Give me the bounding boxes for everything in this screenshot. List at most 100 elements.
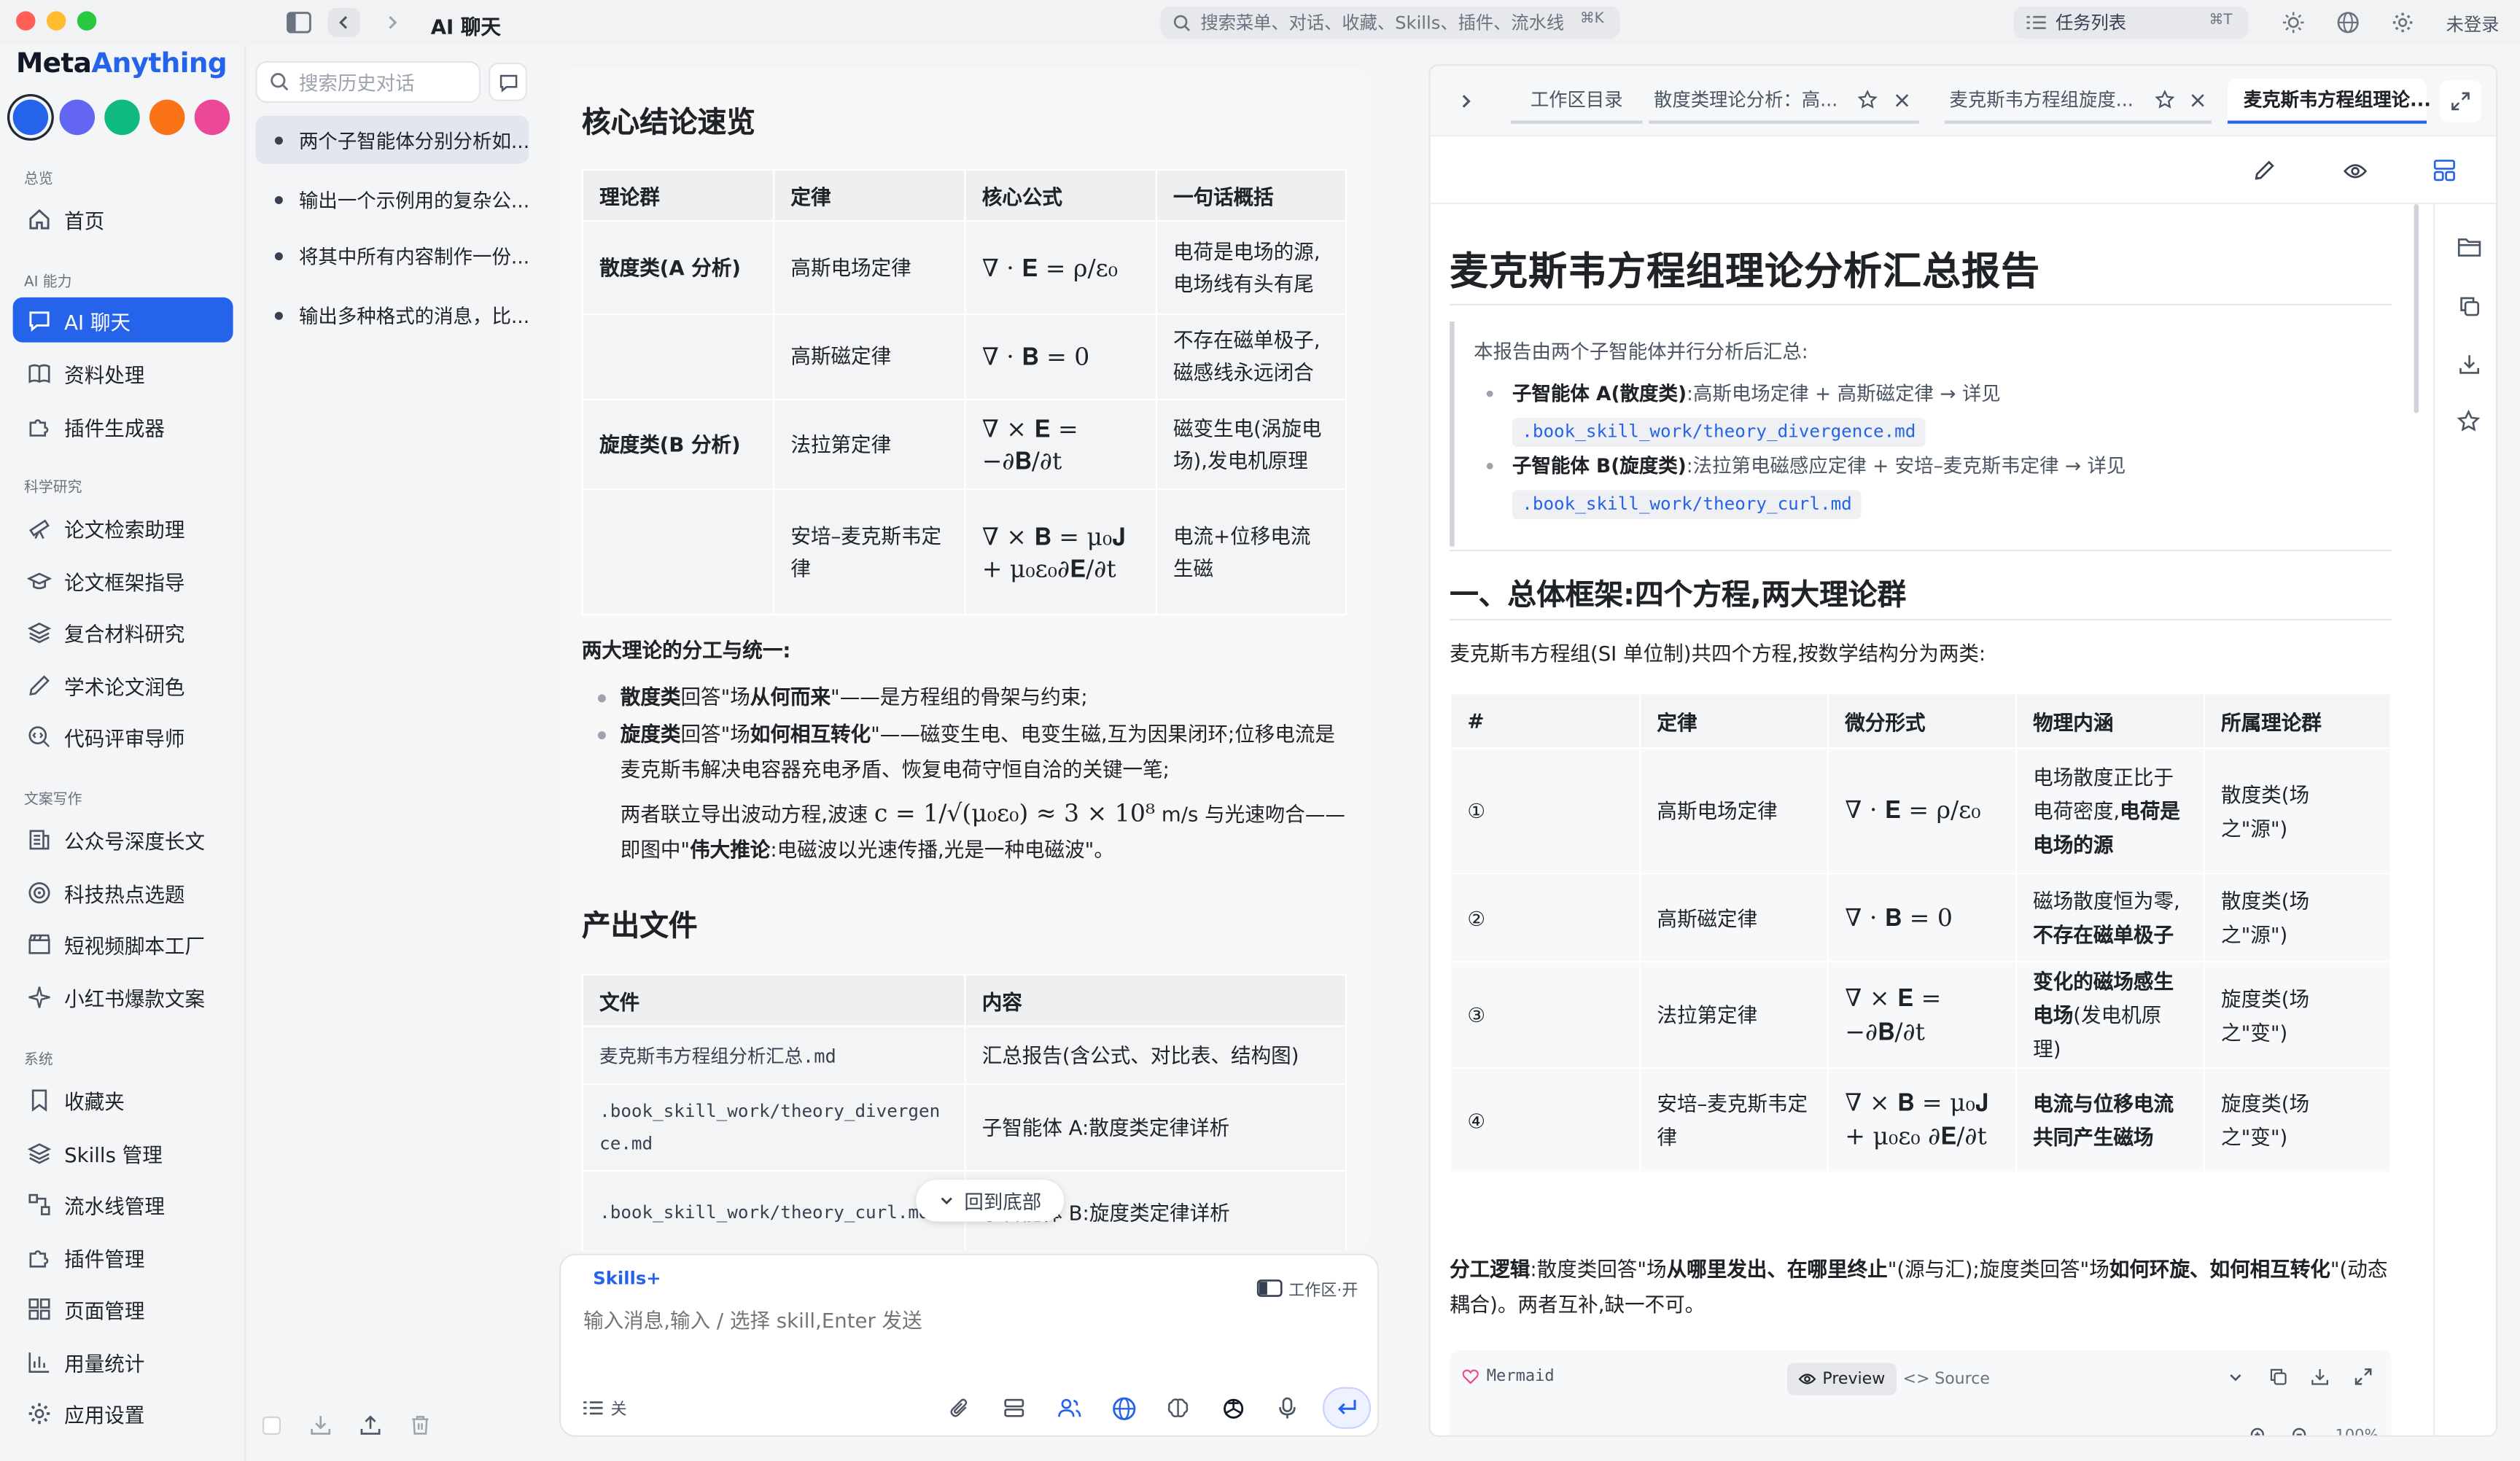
history-item[interactable]: 将其中所有内容制作一份... xyxy=(255,231,529,279)
brain-icon[interactable] xyxy=(1160,1390,1195,1426)
star-icon[interactable] xyxy=(2449,402,2488,440)
theme-sun-icon[interactable] xyxy=(2277,8,2309,37)
zoom-out-icon[interactable] xyxy=(2289,1424,2311,1435)
target-icon xyxy=(26,879,51,905)
close-tab-icon[interactable] xyxy=(2190,93,2205,107)
forward-arrow-icon[interactable] xyxy=(376,8,408,37)
doc-scrollbar[interactable] xyxy=(2414,203,2419,413)
settings-gear-icon[interactable] xyxy=(2387,8,2419,37)
trash-icon[interactable] xyxy=(410,1414,431,1435)
sidebar-item-xiaohongshu-copy[interactable]: 小红书爆款文案 xyxy=(13,974,233,1019)
sidebar-item-paper-polish[interactable]: 学术论文润色 xyxy=(13,662,233,707)
sidebar-item-paper-framework[interactable]: 论文框架指导 xyxy=(13,558,233,603)
sidebar-item-composite-research[interactable]: 复合材料研究 xyxy=(13,609,233,655)
star-icon[interactable] xyxy=(2155,90,2175,109)
folder-icon[interactable] xyxy=(2449,227,2488,265)
download-icon[interactable] xyxy=(2308,1365,2330,1387)
layout-icon[interactable] xyxy=(997,1390,1032,1426)
list-item: 子智能体 B(旋度类):法拉第电磁感应定律 + 安培–麦克斯韦定律 → 详见 .b… xyxy=(1486,448,2387,521)
sidebar-item-video-scripts[interactable]: 短视频脚本工厂 xyxy=(13,921,233,966)
mermaid-source-button[interactable]: <> Source xyxy=(1903,1363,1990,1395)
sidebar-toggle-icon[interactable] xyxy=(283,8,315,37)
history-item[interactable]: 输出一个示例用的复杂公... xyxy=(255,175,529,223)
globe-icon[interactable] xyxy=(2332,8,2364,37)
chevron-right-icon[interactable] xyxy=(1452,79,1478,124)
sidebar-item-home[interactable]: 首页 xyxy=(13,196,233,241)
attach-icon[interactable] xyxy=(942,1390,977,1426)
fullscreen-icon[interactable] xyxy=(2352,1365,2374,1387)
theme-swatch-blue[interactable] xyxy=(12,99,49,136)
login-status[interactable]: 未登录 xyxy=(2446,11,2500,36)
plan-toggle[interactable]: 关 xyxy=(583,1395,627,1419)
sidebar-item-favorites[interactable]: 收藏夹 xyxy=(13,1077,233,1122)
sidebar-item-code-review[interactable]: 代码评审导师 xyxy=(13,714,233,759)
agents-icon[interactable] xyxy=(1051,1390,1086,1426)
global-search[interactable]: 搜索菜单、对话、收藏、Skills、插件、流水线 ⌘K xyxy=(1160,6,1620,39)
zoom-in-icon[interactable] xyxy=(2247,1424,2269,1435)
article-icon xyxy=(26,826,51,852)
task-list-button[interactable]: 任务列表 ⌘T xyxy=(2013,6,2249,39)
chevron-down-icon[interactable] xyxy=(2224,1366,2247,1389)
sidebar-item-pipelines[interactable]: 流水线管理 xyxy=(13,1181,233,1226)
select-checkbox[interactable] xyxy=(262,1415,281,1434)
star-icon[interactable] xyxy=(1857,90,1878,109)
theme-swatch-pink[interactable] xyxy=(194,99,230,136)
download-icon[interactable] xyxy=(2449,344,2488,383)
new-chat-button[interactable] xyxy=(489,62,527,101)
sidebar-item-tech-topics[interactable]: 科技热点选题 xyxy=(13,870,233,915)
history-search-input[interactable]: 搜索历史对话 xyxy=(255,61,481,104)
sidebar-item-paper-search[interactable]: 论文检索助理 xyxy=(13,504,233,550)
maximize-window-button[interactable] xyxy=(77,11,97,31)
download-icon[interactable] xyxy=(310,1414,331,1435)
history-item[interactable]: 两个子智能体分别分析如... xyxy=(255,115,529,164)
section-heading: 一、总体框架:四个方程,两大理论群 xyxy=(1450,578,1907,612)
history-item[interactable]: 输出多种格式的消息，比... xyxy=(255,291,529,339)
sidebar-item-settings[interactable]: 应用设置 xyxy=(13,1390,233,1435)
model-logo-icon[interactable] xyxy=(1215,1390,1250,1426)
expand-icon[interactable] xyxy=(2439,80,2482,122)
minimize-window-button[interactable] xyxy=(46,11,66,31)
theme-swatch-indigo[interactable] xyxy=(59,99,96,136)
back-arrow-icon[interactable] xyxy=(327,8,360,37)
preview-eye-icon[interactable] xyxy=(2337,152,2372,188)
skills-tag[interactable]: Skills+ xyxy=(593,1268,661,1289)
puzzle-icon xyxy=(26,413,51,439)
tab-workspace-directory[interactable]: 工作区目录 xyxy=(1510,79,1643,124)
history-actions xyxy=(246,1389,538,1461)
copy-icon[interactable] xyxy=(2449,286,2488,324)
file-link[interactable]: .book_skill_work/theory_divergence.md xyxy=(1512,418,1926,447)
sidebar-item-ai-chat[interactable]: AI 聊天 xyxy=(12,297,233,343)
sidebar-item-usage[interactable]: 用量统计 xyxy=(13,1339,233,1384)
tab-divergence-analysis[interactable]: 散度类理论分析：高... xyxy=(1649,79,1919,124)
microphone-icon[interactable] xyxy=(1269,1390,1304,1426)
back-to-bottom-button[interactable]: 回到底部 xyxy=(916,1180,1065,1222)
sidebar-item-long-article[interactable]: 公众号深度长文 xyxy=(13,817,233,862)
tab-summary-report[interactable]: 麦克斯韦方程组理论... xyxy=(2227,79,2431,124)
sidebar-item-skills[interactable]: Skills 管理 xyxy=(13,1130,233,1175)
file-link[interactable]: .book_skill_work/theory_curl.md xyxy=(1512,490,1862,520)
theme-swatch-green[interactable] xyxy=(104,99,140,136)
tab-curl-analysis[interactable]: 麦克斯韦方程组旋度... xyxy=(1944,79,2212,124)
upload-icon[interactable] xyxy=(360,1414,381,1435)
close-tab-icon[interactable] xyxy=(1895,93,1910,107)
workspace-toggle[interactable]: 工作区·开 xyxy=(1256,1276,1358,1301)
edit-pencil-icon[interactable] xyxy=(2247,152,2282,188)
copy-icon[interactable] xyxy=(2266,1365,2289,1387)
sidebar-item-pages[interactable]: 页面管理 xyxy=(13,1286,233,1331)
close-window-button[interactable] xyxy=(16,11,36,31)
message-input[interactable] xyxy=(583,1303,1356,1336)
list-item: 散度类回答"场从何而来"——是方程组的骨架与约束; xyxy=(597,680,1347,716)
table-row: 高斯磁定律 ∇ · 𝐁 = 0 不存在磁单极子,磁感线永远闭合 xyxy=(581,313,1348,400)
sidebar-item-plugin-generator[interactable]: 插件生成器 xyxy=(13,403,233,448)
theme-swatch-orange[interactable] xyxy=(149,99,185,136)
sidebar-item-document-processing[interactable]: 资料处理 xyxy=(13,351,233,396)
send-button[interactable] xyxy=(1322,1387,1372,1429)
table-row: ① 高斯电场定律 ∇ · 𝐄 = ρ/ε₀ 电场散度正比于电荷密度,电荷是电场的源 散度… xyxy=(1450,747,2392,875)
web-search-globe-icon[interactable] xyxy=(1105,1390,1140,1426)
split-view-icon[interactable] xyxy=(2427,152,2462,188)
logic-paragraph: 分工逻辑:散度类回答"场从哪里发出、在哪里终止"(源与汇);旋度类回答"场如何环… xyxy=(1450,1257,2388,1317)
sidebar-item-plugins[interactable]: 插件管理 xyxy=(13,1234,233,1279)
mermaid-preview-button[interactable]: Preview xyxy=(1786,1363,1897,1395)
list-item: 子智能体 A(散度类):高斯电场定律 + 高斯磁定律 → 详见 .book_ski… xyxy=(1486,376,2387,448)
sparkle-icon xyxy=(26,983,51,1009)
